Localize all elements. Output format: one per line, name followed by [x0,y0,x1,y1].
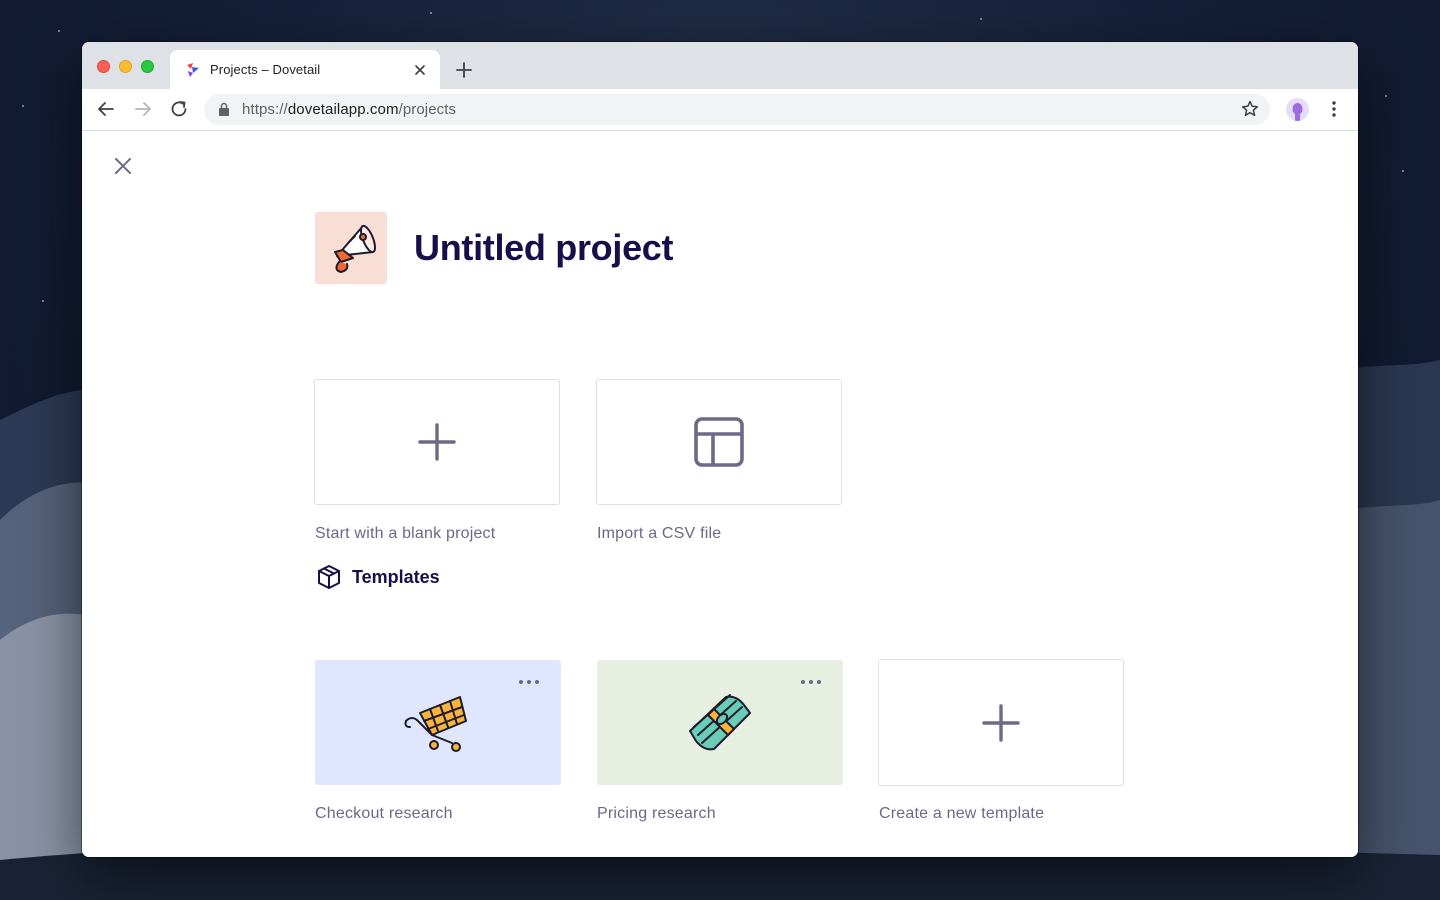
megaphone-icon [334,224,376,273]
create-template-label[interactable]: Create a new template [879,805,1044,823]
browser-toolbar: https://dovetailapp.com/projects [82,89,1358,131]
close-icon[interactable] [110,153,136,179]
import-csv-label[interactable]: Import a CSV file [597,525,721,543]
template-label-pricing-research[interactable]: Pricing research [597,805,716,823]
bookmark-star-icon[interactable] [1240,99,1260,119]
star [1402,170,1404,172]
profile-avatar-icon [1292,103,1303,121]
page-content: Untitled project Start with a blank proj… [82,131,1358,857]
blank-project-label[interactable]: Start with a blank project [315,525,495,543]
back-arrow-icon[interactable] [94,97,118,121]
minimize-window-button[interactable] [119,60,132,73]
star [1385,95,1387,97]
table-icon [694,417,744,467]
profile-avatar[interactable] [1286,98,1309,121]
browser-menu-icon[interactable] [1322,97,1346,121]
reload-icon[interactable] [167,97,191,121]
dovetail-logo-icon [187,63,199,77]
template-card-checkout-research[interactable] [315,660,561,785]
lock-icon [219,102,229,116]
templates-title: Templates [352,567,440,587]
blank-project-card[interactable] [314,379,560,505]
shopping-cart-icon [404,695,467,752]
star [22,105,24,107]
more-options-icon[interactable] [517,673,541,691]
url-scheme: https:// [242,101,288,118]
star [980,18,982,20]
box-icon [318,565,340,589]
star [58,30,60,32]
new-tab-icon[interactable] [452,58,476,82]
address-bar[interactable]: https://dovetailapp.com/projects [204,94,1270,125]
project-title[interactable]: Untitled project [414,227,674,269]
template-label-checkout-research[interactable]: Checkout research [315,805,453,823]
import-csv-card[interactable] [596,379,842,505]
star [42,300,44,302]
tab-title: Projects – Dovetail [210,62,321,77]
close-tab-icon[interactable] [410,60,430,80]
url-text: https://dovetailapp.com/projects [242,101,456,118]
maximize-window-button[interactable] [141,60,154,73]
template-card-pricing-research[interactable] [597,660,843,785]
tab-bar: Projects – Dovetail [82,42,1358,89]
create-template-card[interactable] [878,659,1124,786]
project-icon[interactable] [315,212,387,284]
browser-tab[interactable]: Projects – Dovetail [170,50,440,89]
browser-window: Projects – Dovetail https://dovetailapp.… [82,42,1358,857]
url-path: /projects [398,101,457,118]
forward-arrow-icon[interactable] [131,97,155,121]
url-host: dovetailapp.com [287,101,399,118]
plus-icon [418,423,456,461]
more-options-icon[interactable] [799,673,823,691]
close-window-button[interactable] [97,60,110,73]
money-stack-icon [689,693,751,750]
plus-icon [982,703,1020,742]
star [430,12,432,14]
